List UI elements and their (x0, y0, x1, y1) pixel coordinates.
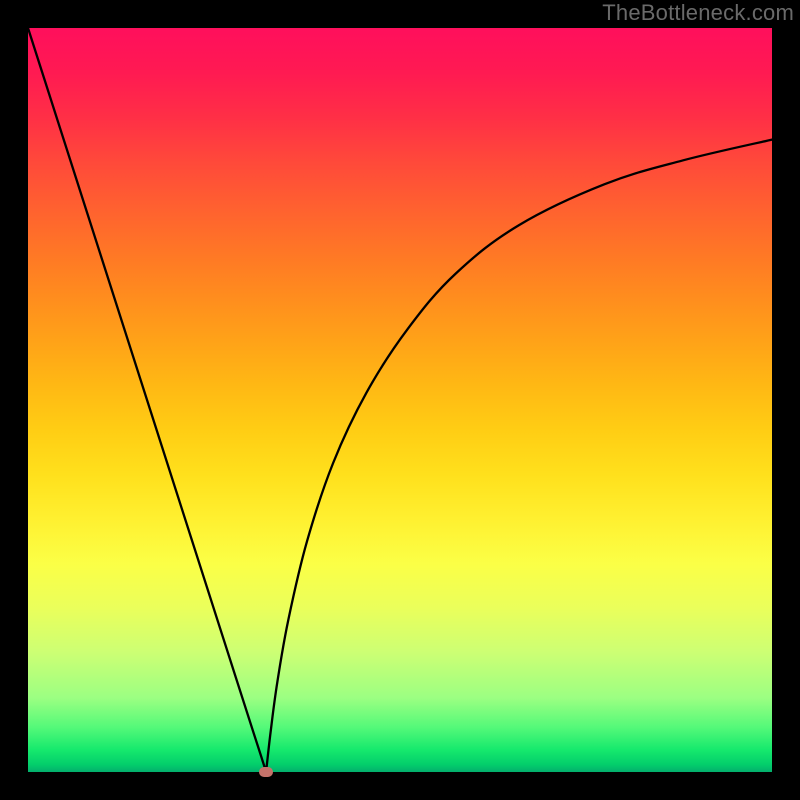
curve-right-branch (266, 140, 772, 772)
watermark-text: TheBottleneck.com (602, 0, 794, 26)
chart-container: TheBottleneck.com (0, 0, 800, 800)
plot-area (28, 28, 772, 772)
curve-left-branch (28, 28, 266, 772)
bottleneck-curve (28, 28, 772, 772)
minimum-marker (259, 767, 273, 777)
